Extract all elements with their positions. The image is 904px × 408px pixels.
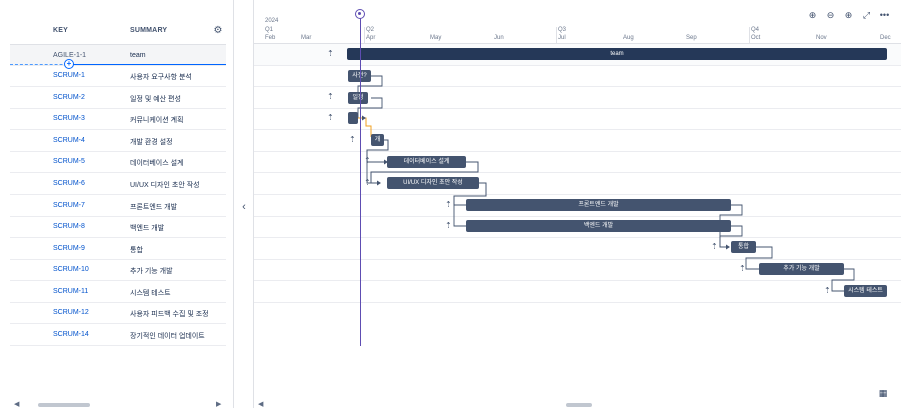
table-row[interactable]: SCRUM-7 프론트엔드 개발 (10, 195, 226, 217)
map-icon[interactable]: ▦ (876, 388, 890, 400)
bar-scrum-9[interactable]: 통합 (731, 241, 756, 253)
table-row[interactable]: SCRUM-14 장기적인 데이터 업데이트 (10, 324, 226, 346)
row-key[interactable]: AGILE-1-1 (53, 52, 86, 59)
rollup-up-icon[interactable]: ⇡ (349, 135, 356, 145)
row-key[interactable]: SCRUM-11 (53, 288, 88, 295)
today-icon[interactable]: ⊕ (805, 8, 820, 23)
timeline-panel: 2024 Q1 Q2 Q3 Q4 Feb Mar Apr May Jun Jul… (253, 0, 901, 408)
row-key[interactable]: SCRUM-12 (53, 309, 89, 316)
rollup-up-icon[interactable]: ⇡ (445, 200, 452, 210)
rollup-up-icon[interactable]: ⇡ (364, 178, 371, 188)
row-summary[interactable]: 통합 (130, 245, 143, 255)
row-key[interactable]: SCRUM-9 (53, 245, 85, 252)
scroll-right-icon[interactable]: ▶ (216, 400, 221, 408)
row-key[interactable]: SCRUM-8 (53, 223, 85, 230)
row-key[interactable]: SCRUM-1 (53, 72, 85, 79)
row-key[interactable]: SCRUM-14 (53, 331, 89, 338)
rollup-up-icon[interactable]: ⇡ (739, 264, 746, 274)
rollup-up-icon[interactable]: ⇡ (327, 92, 334, 102)
table-row-parent[interactable]: AGILE-1-1 team (10, 44, 226, 66)
bar-scrum-4[interactable]: 개 (371, 134, 384, 146)
row-summary[interactable]: 프론트엔드 개발 (130, 202, 177, 212)
bar-scrum-10[interactable]: 추가 기능 개발 (759, 263, 844, 275)
row-key[interactable]: SCRUM-10 (53, 266, 89, 273)
rollup-up-icon[interactable]: ⇡ (327, 113, 334, 123)
row-summary[interactable]: 커뮤니케이션 계획 (130, 115, 183, 125)
zoom-in-icon[interactable]: ⊕ (841, 8, 856, 23)
gear-icon[interactable]: ⚙ (212, 25, 224, 37)
row-key[interactable]: SCRUM-5 (53, 158, 85, 165)
row-summary[interactable]: 백엔드 개발 (130, 223, 164, 233)
left-horizontal-scrollbar[interactable] (38, 403, 90, 407)
row-key[interactable]: SCRUM-6 (53, 180, 85, 187)
rollup-up-icon[interactable]: ⇡ (364, 156, 371, 166)
row-key[interactable]: SCRUM-4 (53, 137, 85, 144)
bar-scrum-7[interactable]: 프론트엔드 개발 (466, 199, 731, 211)
today-marker-icon[interactable] (355, 9, 365, 19)
table-row[interactable]: SCRUM-3 커뮤니케이션 계획 (10, 108, 226, 130)
rollup-up-icon[interactable]: ⇡ (327, 49, 334, 59)
row-key[interactable]: SCRUM-7 (53, 202, 85, 209)
more-icon[interactable]: ••• (877, 8, 892, 23)
table-row[interactable]: SCRUM-6 UI/UX 디자인 초안 작성 (10, 173, 226, 195)
row-key[interactable]: SCRUM-2 (53, 94, 85, 101)
timeline-horizontal-scrollbar[interactable] (566, 403, 592, 407)
table-row[interactable]: SCRUM-2 일정 및 예산 편성 (10, 87, 226, 109)
row-summary[interactable]: 일정 및 예산 편성 (130, 94, 181, 104)
issue-table: KEY SUMMARY ⚙ AGILE-1-1 team + SCRUM-1 사… (0, 0, 234, 408)
row-key[interactable]: SCRUM-3 (53, 115, 85, 122)
table-row[interactable]: SCRUM-1 사용자 요구사항 분석 (10, 65, 226, 87)
table-row[interactable]: SCRUM-4 개발 환경 설정 (10, 130, 226, 152)
row-summary[interactable]: 사용자 피드백 수집 및 조정 (130, 309, 209, 319)
table-row[interactable]: SCRUM-8 백엔드 개발 (10, 216, 226, 238)
table-row[interactable]: SCRUM-12 사용자 피드백 수집 및 조정 (10, 302, 226, 324)
row-summary[interactable]: 장기적인 데이터 업데이트 (130, 331, 205, 341)
row-summary[interactable]: 사용자 요구사항 분석 (130, 72, 192, 82)
scroll-left-icon[interactable]: ◀ (14, 400, 19, 408)
today-marker-line (360, 14, 361, 346)
row-summary[interactable]: 개발 환경 설정 (130, 137, 173, 147)
bar-scrum-8[interactable]: 백엔드 개발 (466, 220, 731, 232)
timeline-toolbar: ⊕ ⊖ ⊕ ⤢ ••• (805, 8, 892, 24)
header-summary: SUMMARY (130, 27, 168, 34)
row-summary[interactable]: UI/UX 디자인 초안 작성 (130, 180, 200, 190)
table-header: KEY SUMMARY ⚙ (10, 20, 226, 44)
bar-scrum-3[interactable] (348, 112, 358, 124)
dependency-lines (357, 75, 855, 294)
row-summary[interactable]: team (130, 52, 146, 59)
rollup-up-icon[interactable]: ⇡ (711, 242, 718, 252)
timeline-scroll-left-icon[interactable]: ◀ (258, 400, 263, 408)
expand-icon[interactable]: ⤢ (859, 8, 874, 23)
row-summary[interactable]: 추가 기능 개발 (130, 266, 173, 276)
zoom-out-icon[interactable]: ⊖ (823, 8, 838, 23)
table-row[interactable]: SCRUM-10 추가 기능 개발 (10, 259, 226, 281)
row-summary[interactable]: 시스템 테스트 (130, 288, 171, 298)
bar-scrum-11[interactable]: 시스템 테스트 (844, 285, 887, 297)
bar-scrum-5[interactable]: 데이터베이스 설계 (387, 156, 466, 168)
row-summary[interactable]: 데이터베이스 설계 (130, 158, 183, 168)
bar-scrum-2[interactable]: 일정 (348, 92, 368, 104)
table-row[interactable]: SCRUM-11 시스템 테스트 (10, 281, 226, 303)
rollup-up-icon[interactable]: ⇡ (824, 286, 831, 296)
table-row[interactable]: SCRUM-9 통합 (10, 238, 226, 260)
collapse-panel-icon[interactable]: ‹ (238, 200, 250, 214)
bar-team[interactable]: team (347, 48, 887, 60)
bar-scrum-6[interactable]: UI/UX 디자인 초안 작성 (387, 177, 479, 189)
table-row[interactable]: SCRUM-5 데이터베이스 설계 (10, 151, 226, 173)
rollup-up-icon[interactable]: ⇡ (445, 221, 452, 231)
header-key: KEY (53, 27, 68, 34)
